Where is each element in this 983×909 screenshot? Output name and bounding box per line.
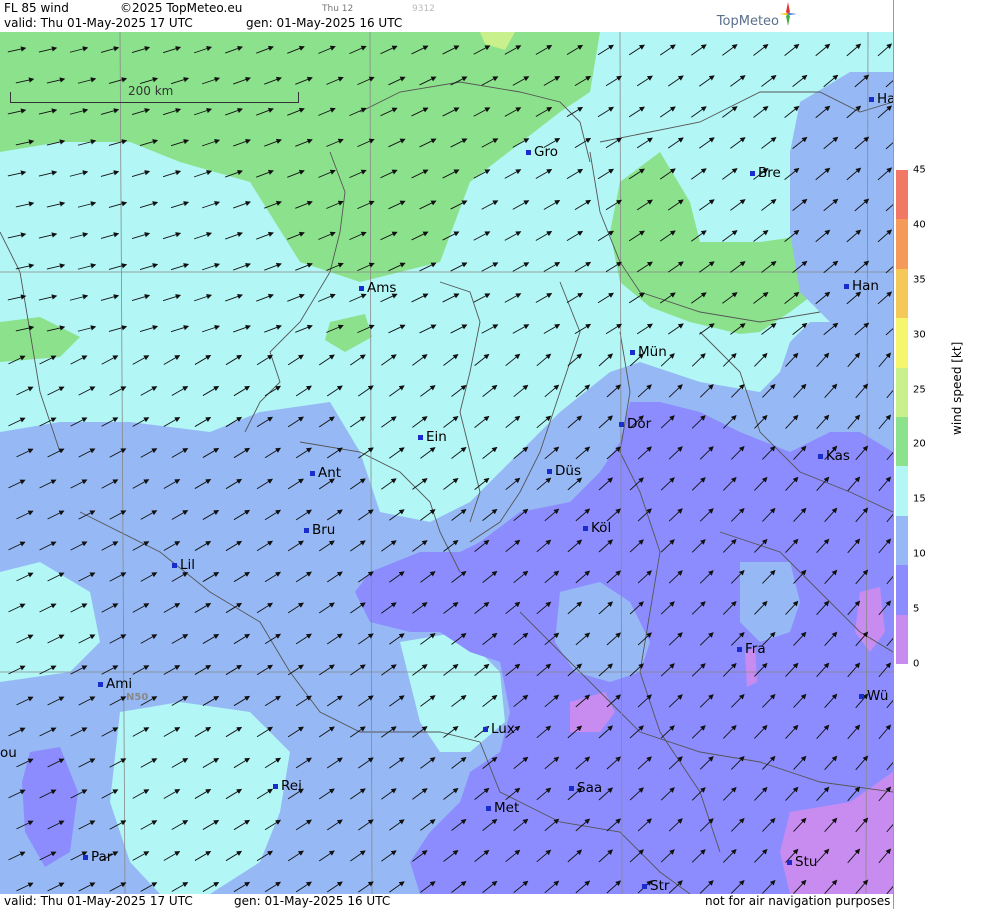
footer-gen-time: gen: 01-May-2025 16 UTC: [234, 894, 391, 908]
disclaimer: not for air navigation purposes: [705, 894, 891, 908]
gen-time: gen: 01-May-2025 16 UTC: [246, 16, 403, 30]
city-marker[interactable]: Ams: [359, 280, 396, 296]
city-marker[interactable]: Rei: [273, 778, 302, 794]
legend-segment: [896, 367, 908, 417]
city-marker[interactable]: Mün: [630, 344, 667, 360]
legend-segment: [896, 416, 908, 467]
city-marker[interactable]: Kas: [818, 448, 850, 464]
city-dot-icon: [844, 283, 849, 289]
legend-tick-label: 45: [913, 164, 926, 176]
city-dot-icon: [619, 421, 624, 427]
latitude-label: N50: [126, 692, 149, 703]
city-dot-icon: [642, 883, 647, 889]
legend-title: wind speed [kt]: [950, 341, 964, 435]
city-marker[interactable]: Stu: [787, 854, 817, 870]
city-marker[interactable]: Wü: [859, 688, 888, 704]
logo-text: TopMeteo: [716, 14, 779, 29]
city-marker[interactable]: Par: [83, 849, 112, 865]
city-marker[interactable]: Köl: [583, 520, 611, 536]
legend-tick-label: 25: [913, 384, 926, 396]
city-dot-icon: [869, 96, 874, 102]
footer-valid-time: valid: Thu 01-May-2025 17 UTC: [4, 894, 193, 908]
legend-tick-label: 35: [913, 274, 926, 286]
city-dot-icon: [304, 527, 309, 533]
legend-tick-label: 10: [913, 548, 926, 560]
legend-tick-label: 30: [913, 329, 926, 341]
city-dot-icon: [486, 805, 491, 811]
code-label: 9312: [412, 4, 435, 14]
city-dot-icon: [859, 693, 864, 699]
topmeteo-logo: TopMeteo: [697, 2, 797, 30]
scale-label: 200 km: [128, 84, 174, 98]
legend-segment: [896, 564, 908, 615]
city-marker[interactable]: Bre: [750, 165, 781, 181]
city-marker[interactable]: Bru: [304, 522, 335, 538]
wind-field: [0, 32, 893, 894]
city-dot-icon: [630, 349, 635, 355]
footer: valid: Thu 01-May-2025 17 UTC gen: 01-Ma…: [0, 894, 893, 909]
city-dot-icon: [787, 859, 792, 865]
city-dot-icon: [569, 785, 574, 791]
city-dot-icon: [98, 681, 103, 687]
city-dot-icon: [483, 726, 488, 732]
city-marker[interactable]: Ein: [418, 429, 447, 445]
city-dot-icon: [526, 149, 531, 155]
legend-segment: [896, 317, 908, 368]
city-marker[interactable]: Han: [844, 278, 879, 294]
color-legend: 45 40 35 30 25 20 15 10 5 0 wind speed [kt]: [893, 0, 983, 909]
legend-segment: [896, 515, 908, 566]
city-marker[interactable]: Lux: [483, 721, 515, 737]
legend-segment: [896, 465, 908, 516]
city-marker[interactable]: Düs: [547, 463, 581, 479]
city-marker[interactable]: Saa: [569, 780, 602, 796]
copyright: ©2025 TopMeteo.eu: [120, 1, 243, 15]
legend-tick-label: 15: [913, 493, 926, 505]
city-dot-icon: [750, 170, 755, 176]
compass-star-icon: [779, 2, 797, 26]
city-dot-icon: [273, 783, 278, 789]
city-marker[interactable]: Met: [486, 800, 519, 816]
city-marker[interactable]: Gro: [526, 144, 558, 160]
header: FL 85 wind ©2025 TopMeteo.eu Thu 12 9312…: [0, 0, 893, 32]
legend-color-bar: [896, 169, 908, 664]
city-marker[interactable]: ou: [0, 745, 17, 761]
legend-segment: [896, 268, 908, 319]
legend-segment: [896, 614, 908, 664]
legend-tick-label: 40: [913, 219, 926, 231]
city-marker[interactable]: Ami: [98, 676, 132, 692]
wind-map[interactable]: 200 km N50 Gro Bre Ha Han Ams Mün Dor Ei…: [0, 32, 893, 894]
legend-tick-label: 20: [913, 438, 926, 450]
city-dot-icon: [547, 468, 552, 474]
legend-tick-label: 0: [913, 658, 920, 670]
city-dot-icon: [418, 434, 423, 440]
city-dot-icon: [172, 562, 177, 568]
city-marker[interactable]: Fra: [737, 641, 766, 657]
product-title: FL 85 wind: [4, 1, 69, 15]
legend-tick-label: 5: [913, 603, 920, 615]
city-dot-icon: [359, 285, 364, 291]
valid-time: valid: Thu 01-May-2025 17 UTC: [4, 16, 193, 30]
run-label: Thu 12: [322, 4, 354, 14]
city-marker[interactable]: Lil: [172, 557, 195, 573]
city-marker[interactable]: Ha: [869, 91, 893, 107]
city-dot-icon: [818, 453, 823, 459]
city-dot-icon: [310, 470, 315, 476]
city-marker[interactable]: Dor: [619, 416, 651, 432]
city-marker[interactable]: Ant: [310, 465, 341, 481]
city-marker[interactable]: Str: [642, 878, 669, 894]
city-dot-icon: [583, 525, 588, 531]
legend-segment: [896, 218, 908, 269]
city-dot-icon: [737, 646, 742, 652]
legend-segment: [896, 169, 908, 220]
city-dot-icon: [83, 854, 88, 860]
